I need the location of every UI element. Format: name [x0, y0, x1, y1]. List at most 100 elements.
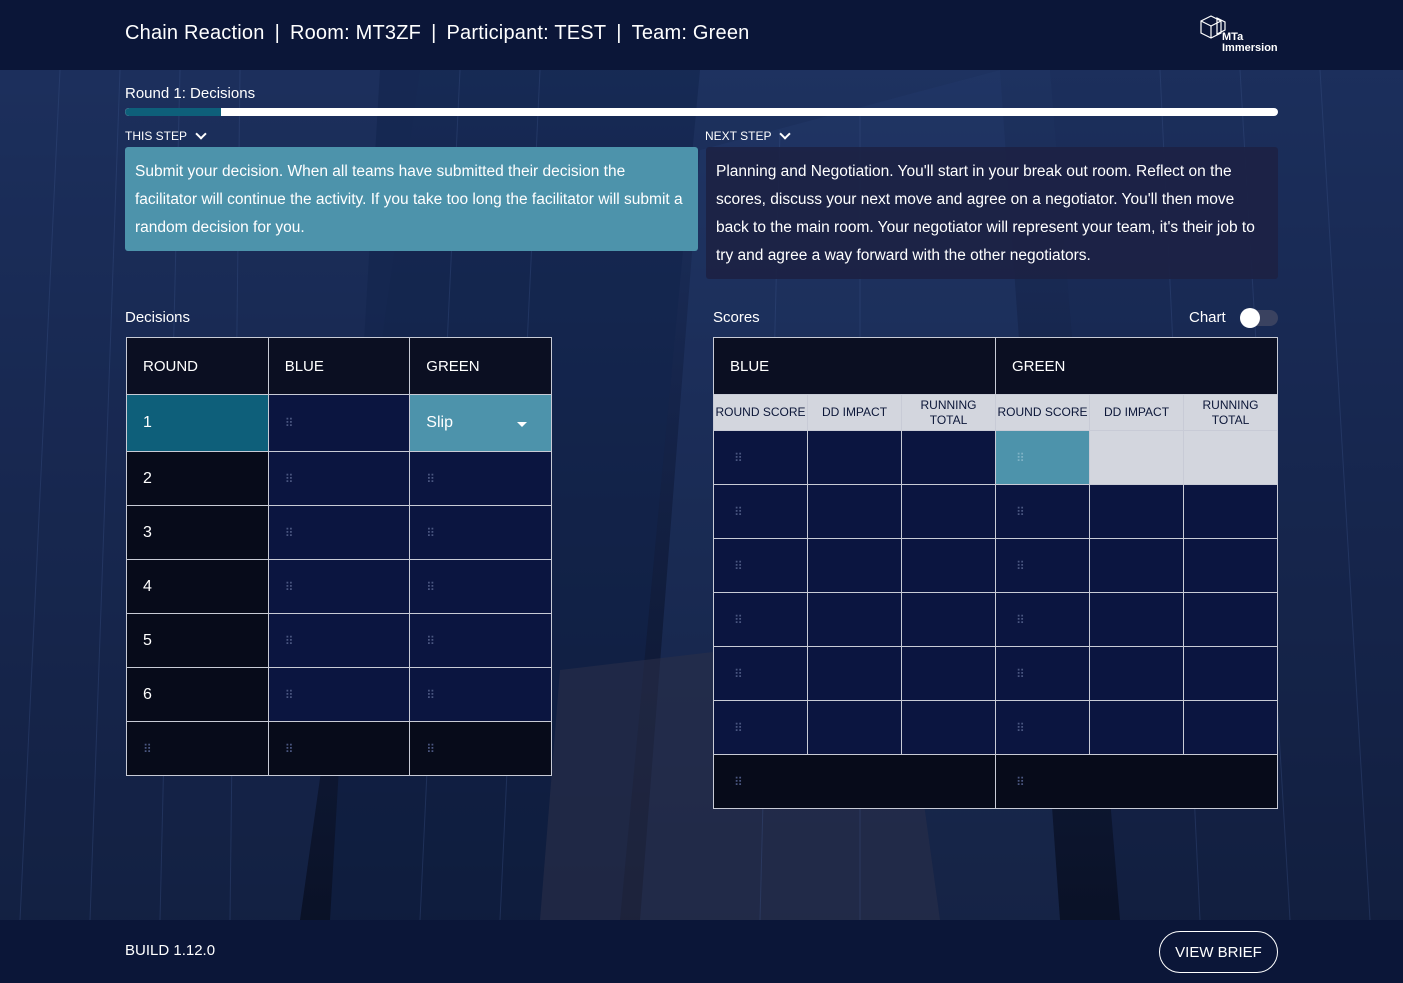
- decisions-table: ROUND BLUE GREEN 1 ⠿ Slip 2 ⠿ ⠿ 3 ⠿ ⠿ 4 …: [126, 337, 552, 776]
- loading-icon: ⠿: [284, 471, 294, 486]
- score-cell: [1183, 430, 1278, 485]
- total-score-cell: ⠿: [995, 754, 1278, 809]
- loading-icon: ⠿: [1016, 774, 1025, 789]
- score-cell: [1183, 700, 1278, 755]
- score-cell: ⠿: [713, 646, 808, 701]
- column-header-blue: BLUE: [267, 337, 411, 395]
- loading-icon: ⠿: [284, 525, 294, 540]
- loading-icon: ⠿: [1016, 504, 1025, 519]
- total-row-cell: ⠿: [409, 721, 552, 776]
- blue-decision-cell: ⠿: [267, 613, 411, 668]
- score-cell: [1089, 700, 1184, 755]
- round-progress-bar: [125, 108, 1278, 116]
- logo-text: Immersion: [1222, 42, 1278, 54]
- round-number: 1: [126, 394, 269, 452]
- green-decision-cell: ⠿: [409, 613, 552, 668]
- subheader-running-total: RUNNING TOTAL: [1183, 394, 1278, 431]
- score-cell: [901, 430, 996, 485]
- loading-icon: ⠿: [734, 450, 743, 465]
- team-header-green: GREEN: [995, 337, 1278, 395]
- column-header-round: ROUND: [126, 337, 269, 395]
- loading-icon: ⠿: [1016, 720, 1025, 735]
- green-decision-cell: ⠿: [409, 505, 552, 560]
- score-cell: [807, 484, 902, 539]
- subheader-dd-impact: DD IMPACT: [807, 394, 902, 431]
- round-number: 3: [126, 505, 269, 560]
- subheader-round-score: ROUND SCORE: [995, 394, 1090, 431]
- score-cell: ⠿: [995, 430, 1090, 485]
- round-progress-label: Round 1: Decisions: [125, 85, 256, 102]
- loading-icon: ⠿: [734, 666, 743, 681]
- table-row: 5 ⠿ ⠿: [126, 613, 552, 668]
- build-version: BUILD 1.12.0: [125, 942, 216, 959]
- score-cell: ⠿: [713, 592, 808, 647]
- loading-icon: ⠿: [426, 471, 435, 486]
- score-cell: ⠿: [995, 700, 1090, 755]
- round-number: 5: [126, 613, 269, 668]
- score-cell: [901, 700, 996, 755]
- score-cell: [1089, 430, 1184, 485]
- header-title: Chain Reaction | Room: MT3ZF | Participant: …: [125, 22, 749, 45]
- score-cell: [807, 700, 902, 755]
- next-step-panel: Planning and Negotiation. You'll start i…: [706, 147, 1278, 279]
- score-cell: [901, 538, 996, 593]
- toggle-knob: [1240, 308, 1260, 328]
- loading-icon: ⠿: [284, 633, 294, 648]
- score-cell: ⠿: [713, 538, 808, 593]
- loading-icon: ⠿: [426, 579, 435, 594]
- loading-icon: ⠿: [284, 416, 294, 430]
- next-step-toggle[interactable]: NEXT STEP: [705, 128, 792, 143]
- score-cell: [1183, 484, 1278, 539]
- score-cell: ⠿: [995, 592, 1090, 647]
- table-row: 3 ⠿ ⠿: [126, 505, 552, 560]
- round-number: 6: [126, 667, 269, 722]
- this-step-label: THIS STEP: [125, 129, 188, 143]
- green-decision-cell: ⠿: [409, 667, 552, 722]
- loading-icon: ⠿: [734, 504, 743, 519]
- green-decision-cell: ⠿: [409, 451, 552, 506]
- loading-icon: ⠿: [426, 687, 435, 702]
- round-number: 4: [126, 559, 269, 614]
- table-row: 1 ⠿ Slip: [126, 394, 552, 452]
- table-row: 2 ⠿ ⠿: [126, 451, 552, 506]
- app-name: Chain Reaction: [125, 22, 265, 44]
- chart-toggle[interactable]: [1240, 308, 1278, 328]
- column-header-green: GREEN: [409, 337, 552, 395]
- decisions-title: Decisions: [125, 309, 191, 326]
- loading-icon: ⠿: [284, 687, 294, 702]
- total-row-cell: ⠿: [267, 721, 411, 776]
- chart-toggle-label: Chart: [1189, 309, 1226, 326]
- table-row: ⠿ ⠿: [713, 700, 1278, 755]
- total-score-cell: ⠿: [713, 754, 996, 809]
- score-cell: ⠿: [713, 700, 808, 755]
- loading-icon: ⠿: [734, 612, 743, 627]
- loading-icon: ⠿: [1016, 450, 1025, 465]
- participant-name: Participant: TEST: [446, 22, 607, 44]
- next-step-label: NEXT STEP: [705, 129, 772, 143]
- loading-icon: ⠿: [426, 525, 435, 540]
- score-cell: [807, 646, 902, 701]
- loading-icon: ⠿: [734, 720, 743, 735]
- subheader-round-score: ROUND SCORE: [713, 394, 808, 431]
- score-cell: [1183, 538, 1278, 593]
- score-cell: ⠿: [995, 484, 1090, 539]
- blue-decision-cell: ⠿: [267, 451, 411, 506]
- table-row: 6 ⠿ ⠿: [126, 667, 552, 722]
- this-step-toggle[interactable]: THIS STEP: [125, 128, 207, 143]
- view-brief-button[interactable]: VIEW BRIEF: [1159, 931, 1278, 973]
- loading-icon: ⠿: [1016, 612, 1025, 627]
- total-row-cell: ⠿: [126, 721, 269, 776]
- table-row: 4 ⠿ ⠿: [126, 559, 552, 614]
- loading-icon: ⠿: [284, 579, 294, 594]
- green-decision-select[interactable]: Slip: [409, 394, 552, 452]
- subheader-dd-impact: DD IMPACT: [1089, 394, 1184, 431]
- loading-icon: ⠿: [734, 558, 743, 573]
- score-cell: ⠿: [995, 646, 1090, 701]
- score-cell: [901, 592, 996, 647]
- header-separator: |: [431, 22, 437, 44]
- loading-icon: ⠿: [284, 741, 294, 756]
- loading-icon: ⠿: [426, 633, 435, 648]
- team-header-blue: BLUE: [713, 337, 996, 395]
- score-cell: [807, 430, 902, 485]
- table-row: ⠿ ⠿: [713, 754, 1278, 809]
